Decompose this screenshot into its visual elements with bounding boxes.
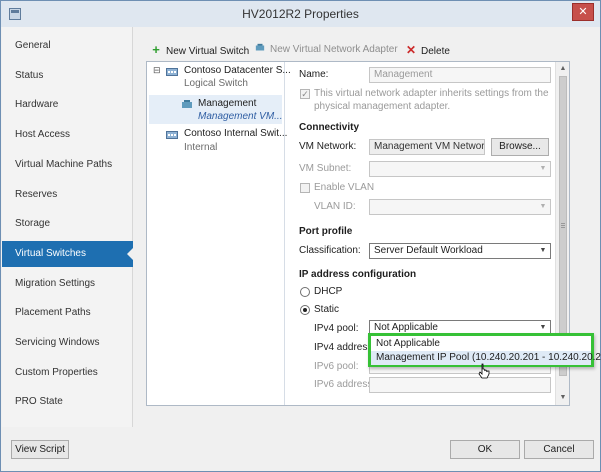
ipv4-address-label: IPv4 address:	[314, 342, 376, 353]
window-title: HV2012R2 Properties	[242, 7, 359, 21]
static-radio[interactable]	[300, 305, 310, 315]
new-virtual-network-adapter-label: New Virtual Network Adapter	[270, 44, 398, 55]
enable-vlan-label: Enable VLAN	[314, 182, 375, 193]
dhcp-radio[interactable]	[300, 287, 310, 297]
nav-item-migration-settings[interactable]: Migration Settings	[2, 271, 133, 297]
ipv4-pool-options: Not Applicable Management IP Pool (10.24…	[368, 333, 601, 367]
enable-vlan-checkbox[interactable]	[300, 183, 310, 193]
ipv4-pool-option-not-applicable[interactable]: Not Applicable	[371, 337, 591, 351]
nav-item-status[interactable]: Status	[2, 63, 133, 89]
tree-switch1-name[interactable]: Contoso Datacenter S...	[184, 65, 291, 76]
nav-item-virtual-switches[interactable]: Virtual Switches	[2, 241, 134, 267]
name-field[interactable]: Management	[369, 67, 551, 83]
chevron-down-icon: ▼	[539, 203, 547, 210]
dhcp-label: DHCP	[314, 286, 343, 297]
tree-switch2-type: Internal	[184, 142, 218, 153]
new-virtual-switch-label: New Virtual Switch	[166, 46, 250, 57]
tree-adapter-name: Management	[198, 98, 257, 109]
nav-item-storage[interactable]: Storage	[2, 211, 133, 237]
chevron-down-icon: ▼	[539, 165, 547, 172]
nav-item-custom-properties[interactable]: Custom Properties	[2, 360, 133, 386]
new-virtual-switch-button[interactable]: + New Virtual Switch	[150, 41, 249, 59]
properties-window: HV2012R2 Properties ✕ General Status Har…	[0, 0, 601, 472]
nav-item-pro-state[interactable]: PRO State	[2, 389, 133, 415]
ipv6-pool-label: IPv6 pool:	[314, 361, 359, 372]
chevron-down-icon: ▼	[539, 247, 547, 254]
title-bar: HV2012R2 Properties ✕	[1, 1, 600, 27]
vm-network-label: VM Network:	[299, 141, 357, 152]
close-button[interactable]: ✕	[572, 3, 594, 21]
ok-button[interactable]: OK	[450, 440, 520, 459]
ipv4-pool-value: Not Applicable	[374, 322, 438, 333]
inherit-checkbox[interactable]: ✓	[300, 89, 310, 99]
ipv6-address-field[interactable]	[369, 377, 551, 393]
mouse-cursor-icon	[478, 363, 490, 379]
properties-nav: General Status Hardware Host Access Virt…	[2, 27, 134, 427]
vm-network-field: Management VM Network	[369, 139, 485, 155]
scroll-up-icon[interactable]: ▲	[556, 62, 570, 76]
view-script-button[interactable]: View Script	[11, 440, 69, 459]
logical-switch-icon	[166, 68, 178, 76]
nav-item-hardware[interactable]: Hardware	[2, 92, 133, 118]
new-virtual-network-adapter-button[interactable]: New Virtual Network Adapter	[254, 41, 398, 59]
switch-toolbar: + New Virtual Switch New Virtual Network …	[146, 41, 586, 59]
browse-button[interactable]: Browse...	[491, 138, 549, 156]
nav-item-host-access[interactable]: Host Access	[2, 122, 133, 148]
network-adapter-icon	[255, 43, 265, 51]
internal-switch-icon	[166, 131, 178, 139]
nav-item-placement-paths[interactable]: Placement Paths	[2, 300, 133, 326]
inherit-text-line1: This virtual network adapter inherits se…	[314, 88, 549, 99]
port-profile-header: Port profile	[299, 226, 353, 237]
classification-dropdown[interactable]: Server Default Workload ▼	[369, 243, 551, 259]
name-label: Name:	[299, 69, 329, 80]
tree-adapter-network: Management VM...	[198, 111, 283, 122]
nav-item-reserves[interactable]: Reserves	[2, 182, 133, 208]
inherit-text-line2: physical management adapter.	[314, 101, 451, 112]
switch-tree: ⊟ Contoso Datacenter S... Logical Switch…	[147, 62, 291, 405]
ipv4-pool-label: IPv4 pool:	[314, 323, 359, 334]
cancel-button[interactable]: Cancel	[524, 440, 594, 459]
tree-expander-icon[interactable]: ⊟	[153, 65, 161, 76]
scroll-thumb[interactable]	[559, 76, 567, 376]
vm-subnet-dropdown[interactable]: ▼	[369, 161, 551, 177]
vlan-id-dropdown[interactable]: ▼	[369, 199, 551, 215]
nav-item-servicing-windows[interactable]: Servicing Windows	[2, 330, 133, 356]
ipv6-address-label: IPv6 address:	[314, 379, 376, 390]
vlan-id-label: VLAN ID:	[314, 201, 356, 212]
delete-label: Delete	[421, 46, 450, 57]
vm-subnet-label: VM Subnet:	[299, 163, 352, 174]
ip-config-header: IP address configuration	[299, 269, 417, 280]
connectivity-header: Connectivity	[299, 122, 360, 133]
plus-icon: +	[152, 42, 160, 57]
network-adapter-icon	[182, 100, 192, 108]
tree-switch2-name[interactable]: Contoso Internal Swit...	[184, 128, 287, 139]
delete-button[interactable]: ✕ Delete	[405, 41, 450, 59]
nav-item-general[interactable]: General	[2, 33, 133, 59]
scroll-down-icon[interactable]: ▼	[556, 391, 570, 405]
static-label: Static	[314, 304, 340, 315]
classification-label: Classification:	[299, 245, 361, 256]
tree-switch1-type: Logical Switch	[184, 78, 248, 89]
classification-value: Server Default Workload	[374, 245, 483, 256]
delete-x-icon: ✕	[405, 43, 417, 57]
nav-item-virtual-machine-paths[interactable]: Virtual Machine Paths	[2, 152, 133, 178]
